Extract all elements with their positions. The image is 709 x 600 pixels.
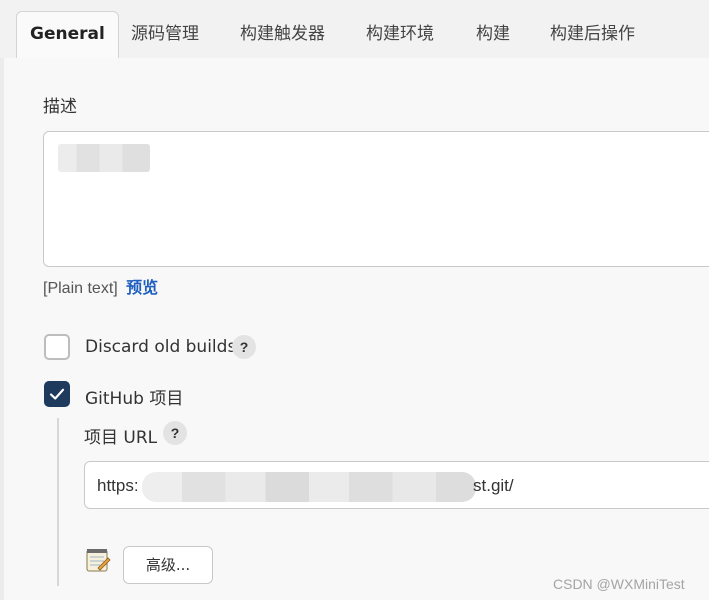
project-url-help-icon[interactable]: ?: [163, 421, 187, 445]
tab-general[interactable]: General: [16, 11, 119, 58]
project-url-value-suffix: st.git/: [473, 476, 514, 495]
watermark: CSDN @WXMiniTest: [553, 576, 685, 592]
github-project-nested-rule: [57, 418, 59, 586]
tab-build-environment[interactable]: 构建环境: [354, 12, 446, 56]
github-project-checkbox[interactable]: [44, 381, 70, 407]
project-url-label: 项目 URL: [84, 428, 158, 448]
redacted-description-text: [58, 144, 150, 172]
github-project-label: GitHub 项目: [85, 389, 184, 409]
tab-source-code-management[interactable]: 源码管理: [119, 12, 211, 56]
discard-old-builds-label: Discard old builds: [85, 337, 237, 357]
redacted-url-text: [142, 472, 476, 502]
check-icon: [49, 388, 65, 400]
tab-post-build-actions[interactable]: 构建后操作: [538, 12, 647, 56]
panel-left-edge: [0, 58, 4, 600]
plain-text-label: [Plain text]: [43, 280, 118, 297]
discard-old-builds-help-icon[interactable]: ?: [232, 335, 256, 359]
project-url-value-prefix: https:: [97, 476, 139, 495]
tab-build[interactable]: 构建: [464, 12, 522, 56]
description-textarea[interactable]: [43, 131, 709, 267]
preview-link[interactable]: 预览: [126, 278, 158, 297]
tab-bar: General 源码管理 构建触发器 构建环境 构建 构建后操作: [0, 0, 709, 59]
description-format-row: [Plain text] 预览: [43, 274, 158, 298]
description-label: 描述: [43, 97, 77, 117]
discard-old-builds-checkbox[interactable]: [44, 334, 70, 360]
project-url-input[interactable]: https: st.git/: [84, 461, 709, 509]
notepad-icon: [86, 549, 111, 572]
advanced-button[interactable]: 高级...: [123, 546, 213, 584]
tab-build-triggers[interactable]: 构建触发器: [228, 12, 337, 56]
